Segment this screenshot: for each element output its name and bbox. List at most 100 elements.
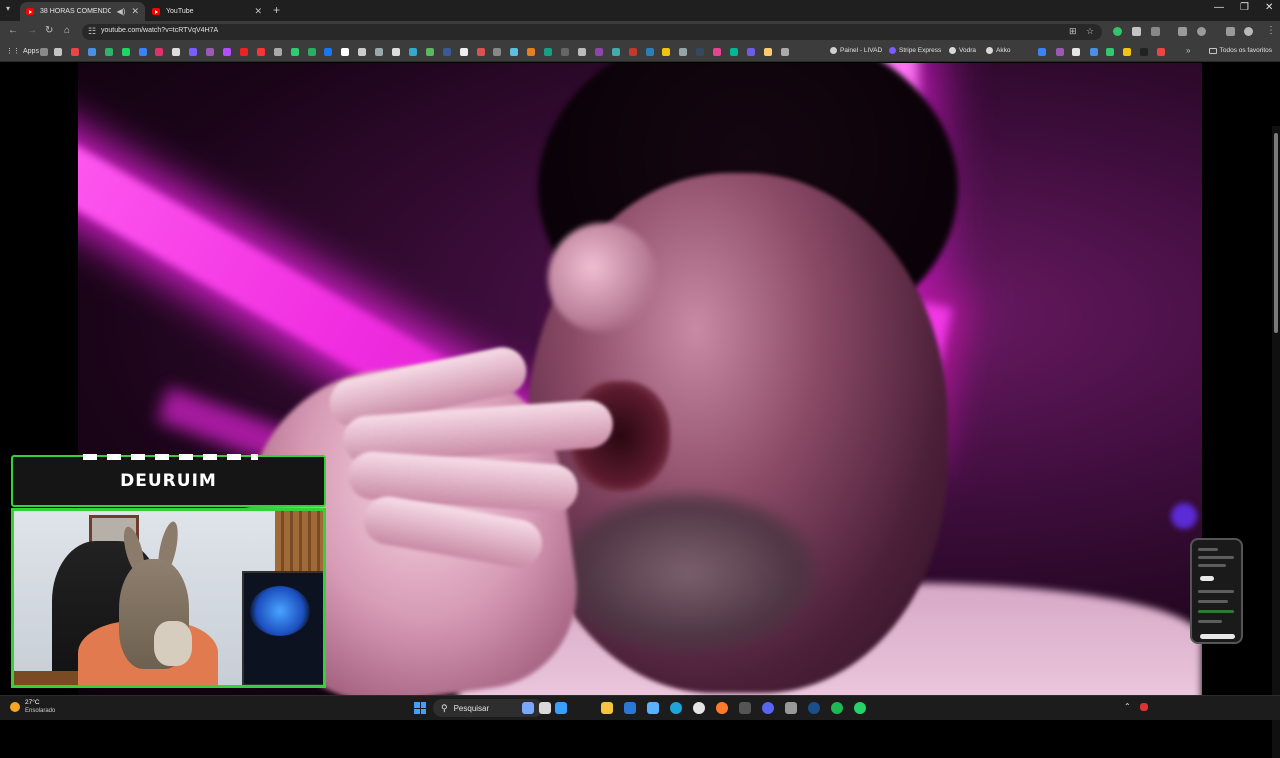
bookmark-favicon-icon[interactable]	[307, 48, 316, 56]
back-arrow-icon[interactable]: ←	[8, 25, 18, 36]
bookmark-favicon-icon[interactable]	[172, 48, 181, 56]
bookmark-favicon-icon[interactable]	[442, 48, 451, 56]
bookmark-favicon-icon[interactable]	[1038, 48, 1046, 56]
extension-icon[interactable]	[1178, 27, 1187, 36]
speaker-icon[interactable]: ◀)	[117, 7, 126, 16]
weather-widget[interactable]: 27°C Ensolarado	[10, 699, 55, 715]
app-icon[interactable]	[739, 702, 751, 714]
tab-video[interactable]: 38 HORAS COMENDO NO ◀) ✕	[20, 2, 145, 21]
bookmark-favicon-icon[interactable]	[54, 48, 62, 56]
install-app-icon[interactable]: ⊞	[1069, 26, 1077, 37]
bookmark-favicon-icon[interactable]	[679, 48, 688, 56]
bookmark-star-icon[interactable]: ☆	[1086, 26, 1094, 37]
bookmark-favicon-icon[interactable]	[1157, 48, 1165, 56]
spotify-icon[interactable]	[831, 702, 843, 714]
bookmark-favicon-icon[interactable]	[476, 48, 485, 56]
bookmark-favicon-icon[interactable]	[510, 48, 519, 56]
bookmark-favicon-icon[interactable]	[459, 48, 468, 56]
bookmark-favicon-icon[interactable]	[763, 48, 772, 56]
tab-search-icon[interactable]: ▾	[6, 4, 16, 14]
bookmark-favicon-icon[interactable]	[746, 48, 755, 56]
bookmark-favicon-icon[interactable]	[696, 48, 705, 56]
phone-preview-widget[interactable]	[1190, 538, 1243, 644]
bookmark-favicon-icon[interactable]	[577, 48, 586, 56]
bookmark-favicon-icon[interactable]	[628, 48, 637, 56]
bookmark-favicon-icon[interactable]	[408, 48, 417, 56]
bookmark-painel[interactable]: Painel - LIVAD	[830, 47, 882, 54]
windows-start-icon[interactable]	[414, 702, 426, 714]
bookmark-favicon-icon[interactable]	[341, 48, 350, 56]
bookmark-favicon-icon[interactable]	[1056, 48, 1064, 56]
address-bar[interactable]: ☷ youtube.com/watch?v=tcRTVqV4H7A ⊞ ☆	[82, 24, 1102, 40]
discord-icon[interactable]	[762, 702, 774, 714]
bookmark-favicon-icon[interactable]	[189, 48, 198, 56]
copilot-icon[interactable]	[522, 702, 534, 714]
bookmark-favicon-icon[interactable]	[1072, 48, 1080, 56]
task-view-icon[interactable]	[539, 702, 551, 714]
bookmark-akko[interactable]: Akko	[986, 47, 1010, 54]
extensions-puzzle-icon[interactable]	[1151, 27, 1160, 36]
store-icon[interactable]	[647, 702, 659, 714]
tab-youtube[interactable]: YouTube ✕	[146, 2, 268, 21]
bookmark-favicon-icon[interactable]	[1140, 48, 1148, 56]
bookmark-stripe[interactable]: Stripe Express	[889, 47, 941, 54]
edge-icon[interactable]	[670, 702, 682, 714]
bookmark-vodra[interactable]: Vodra	[949, 47, 976, 54]
bookmark-favicon-icon[interactable]	[561, 48, 569, 56]
reload-icon[interactable]: ↻	[45, 25, 53, 36]
bookmark-favicon-icon[interactable]	[87, 48, 96, 56]
bookmark-favicon-icon[interactable]	[730, 48, 738, 56]
extension-icon[interactable]	[1113, 27, 1122, 36]
whatsapp-icon[interactable]	[854, 702, 866, 714]
bookmark-favicon-icon[interactable]	[155, 48, 164, 56]
bookmark-favicon-icon[interactable]	[223, 48, 231, 56]
bookmark-favicon-icon[interactable]	[645, 48, 654, 56]
bookmark-favicon-icon[interactable]	[594, 48, 603, 56]
mail-icon[interactable]	[624, 702, 636, 714]
history-icon[interactable]	[1197, 27, 1206, 36]
bookmark-favicon-icon[interactable]	[104, 48, 113, 56]
settings-icon[interactable]	[785, 702, 797, 714]
file-explorer-icon[interactable]	[601, 702, 613, 714]
restore-button[interactable]: ❐	[1240, 2, 1249, 13]
tray-chevron-icon[interactable]: ⌃	[1124, 702, 1131, 711]
bookmark-favicon-icon[interactable]	[527, 48, 536, 56]
bookmark-favicon-icon[interactable]	[611, 48, 620, 56]
bookmark-favicon-icon[interactable]	[392, 48, 400, 56]
apps-shortcut[interactable]: ⋮⋮ Apps	[6, 47, 39, 56]
bookmark-favicon-icon[interactable]	[273, 48, 282, 56]
reading-list-icon[interactable]	[1226, 27, 1235, 36]
bookmark-favicon-icon[interactable]	[375, 48, 384, 56]
bookmark-favicon-icon[interactable]	[290, 48, 299, 56]
bookmark-favicon-icon[interactable]	[493, 48, 502, 56]
bookmark-favicon-icon[interactable]	[713, 48, 722, 56]
bookmark-favicon-icon[interactable]	[1090, 48, 1098, 56]
bookmark-favicon-icon[interactable]	[206, 48, 215, 56]
bookmark-favicon-icon[interactable]	[662, 48, 671, 56]
all-bookmarks-folder[interactable]: Todos os favoritos	[1208, 47, 1272, 54]
site-info-icon[interactable]: ☷	[88, 26, 96, 37]
bookmark-favicon-icon[interactable]	[256, 48, 265, 56]
bookmark-favicon-icon[interactable]	[1106, 48, 1114, 56]
bookmark-favicon-icon[interactable]	[324, 48, 333, 56]
close-tab-icon[interactable]: ✕	[131, 6, 139, 17]
close-tab-icon[interactable]: ✕	[254, 6, 262, 17]
bookmark-favicon-icon[interactable]	[425, 48, 434, 56]
minimize-button[interactable]: —	[1214, 2, 1224, 13]
scrollbar-thumb[interactable]	[1274, 133, 1278, 333]
bookmark-favicon-icon[interactable]	[121, 48, 130, 56]
tray-app-icon[interactable]	[1140, 703, 1148, 711]
steam-icon[interactable]	[808, 702, 820, 714]
bookmark-favicon-icon[interactable]	[70, 48, 79, 56]
bookmark-grid-icon[interactable]	[40, 48, 48, 56]
more-bookmarks-icon[interactable]: »	[1186, 46, 1190, 55]
home-icon[interactable]: ⌂	[64, 25, 70, 36]
bookmark-favicon-icon[interactable]	[544, 48, 553, 56]
firefox-icon[interactable]	[716, 702, 728, 714]
bookmark-favicon-icon[interactable]	[138, 48, 147, 56]
bookmark-favicon-icon[interactable]	[358, 48, 367, 56]
bookmark-favicon-icon[interactable]	[1123, 48, 1131, 56]
close-window-button[interactable]: ✕	[1265, 2, 1273, 13]
new-tab-button[interactable]: +	[273, 3, 280, 17]
bookmark-favicon-icon[interactable]	[780, 48, 789, 56]
